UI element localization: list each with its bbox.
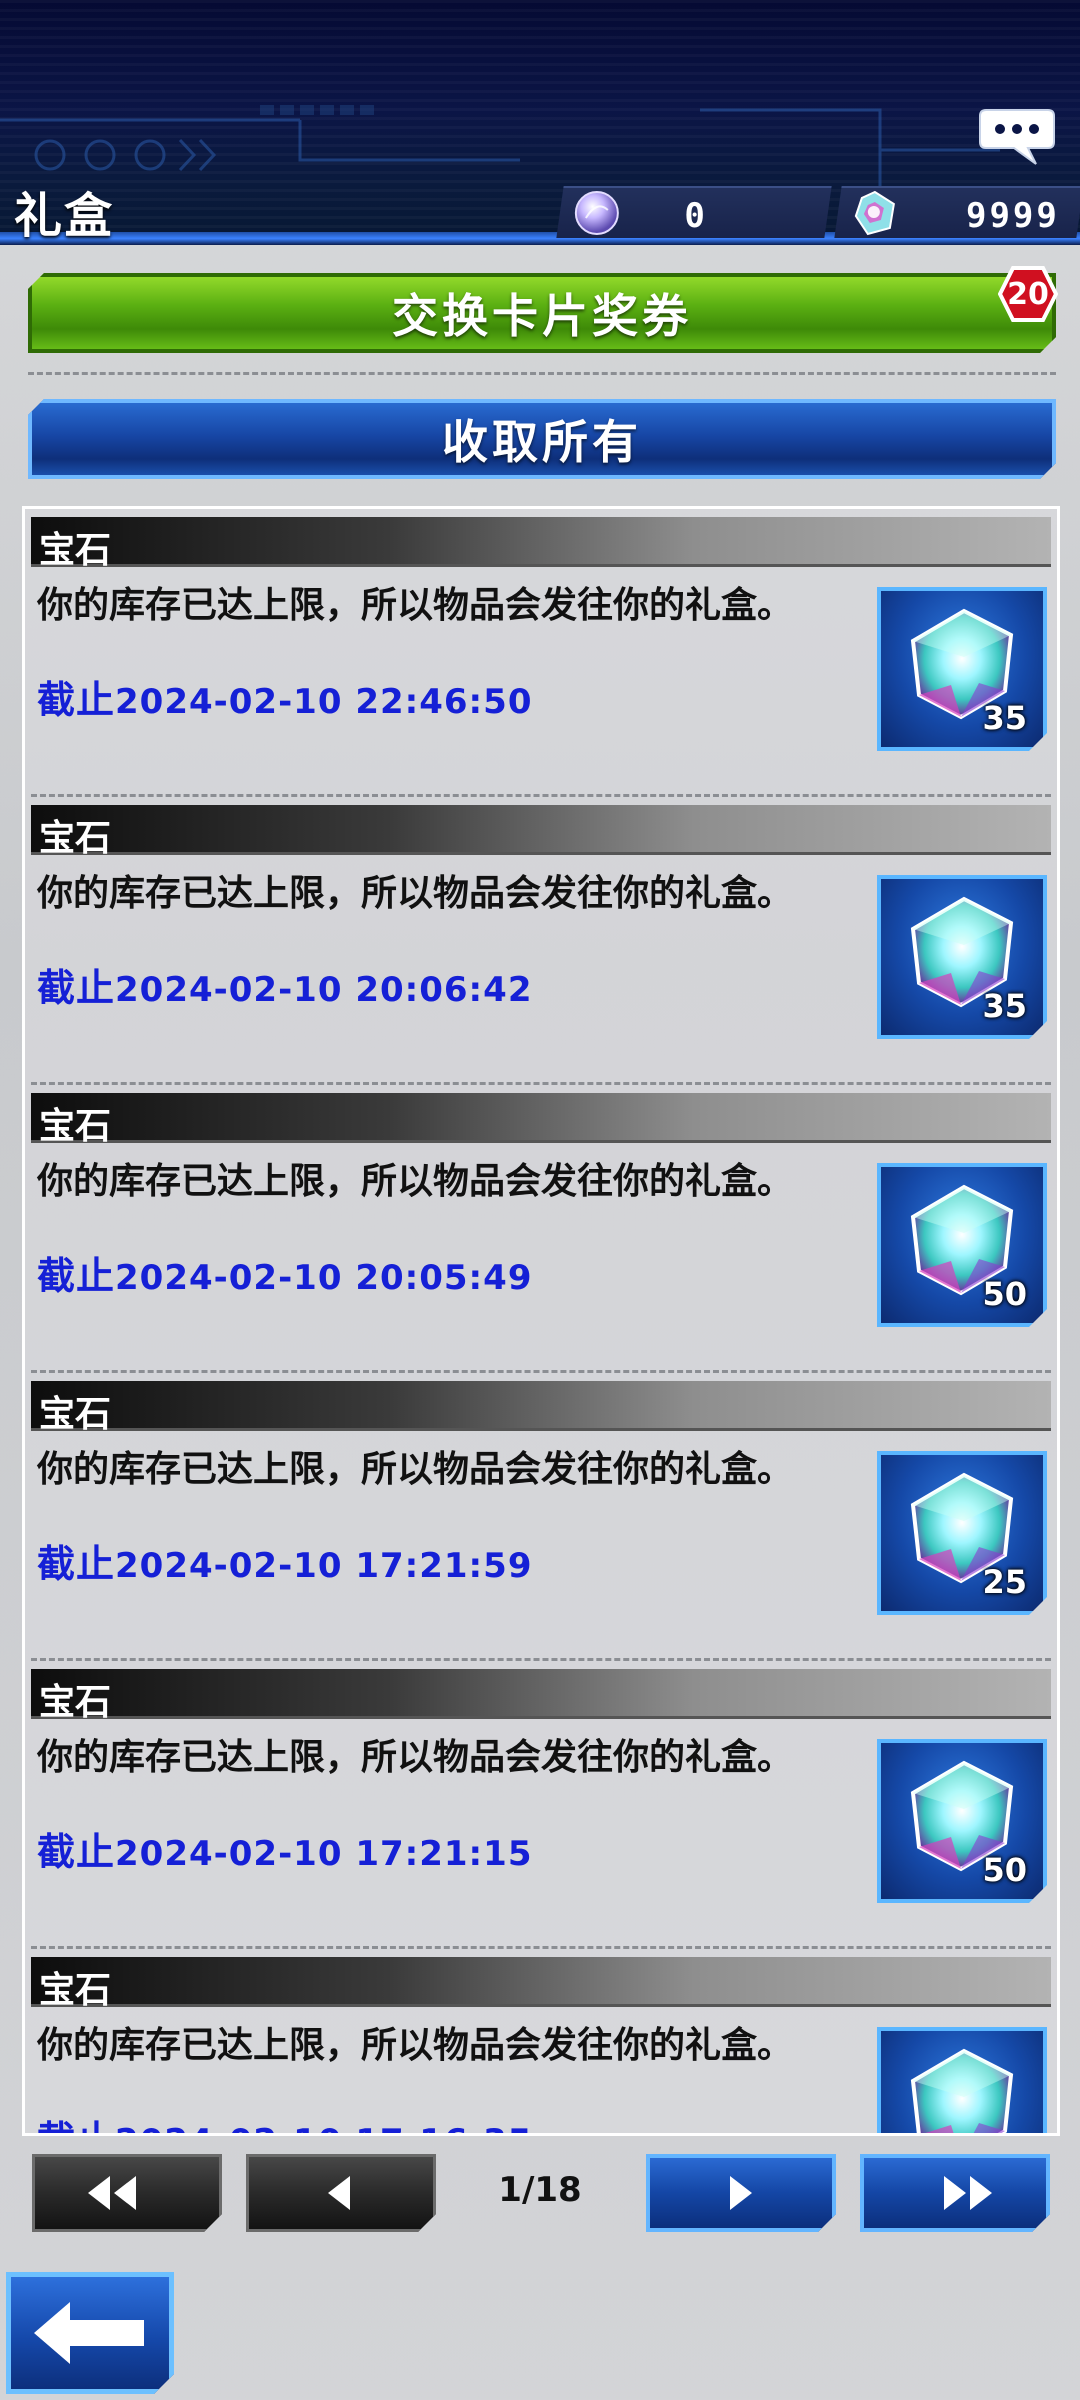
list-item: 宝石 你的库存已达上限，所以物品会发往你的礼盒。 截止2024-02-10 22…	[25, 509, 1057, 797]
item-deadline: 截止2024-02-10 17:16:35	[37, 2109, 532, 2133]
item-message: 你的库存已达上限，所以物品会发往你的礼盒。	[37, 2025, 794, 2066]
gift-list[interactable]: 宝石 你的库存已达上限，所以物品会发往你的礼盒。 截止2024-02-10 22…	[22, 506, 1060, 2136]
list-item: 宝石 你的库存已达上限，所以物品会发往你的礼盒。 截止2024-02-10 17…	[25, 1949, 1057, 2136]
item-deadline: 截止2024-02-10 17:21:15	[37, 1821, 532, 1876]
exchange-badge-count: 20	[1007, 276, 1049, 312]
list-item: 宝石 你的库存已达上限，所以物品会发往你的礼盒。 截止2024-02-10 20…	[25, 797, 1057, 1085]
deadline-value: 2024-02-10 20:05:49	[115, 1258, 533, 1298]
previous-page-button[interactable]	[246, 2154, 436, 2232]
orb-currency-display: 0	[556, 186, 832, 238]
gem-currency-display: 9999	[834, 186, 1080, 238]
list-item: 宝石 你的库存已达上限，所以物品会发往你的礼盒。 截止2024-02-10 17…	[25, 1661, 1057, 1949]
claim-all-label: 收取所有	[442, 415, 642, 469]
right-arrow-icon	[646, 2154, 836, 2232]
deadline-label: 截止	[37, 1542, 116, 1586]
item-category: 宝石	[39, 818, 112, 859]
gem-reward-button[interactable]: 35	[877, 875, 1047, 1039]
item-category: 宝石	[39, 1394, 112, 1435]
back-arrow-icon	[34, 2300, 146, 2366]
gem-count: 50	[982, 1851, 1027, 1889]
gem-currency-value: 9999	[965, 196, 1060, 236]
chat-button[interactable]	[978, 106, 1056, 166]
orb-currency-value: 0	[684, 196, 708, 236]
gem-reward-button[interactable]: 25	[877, 1451, 1047, 1615]
item-message: 你的库存已达上限，所以物品会发往你的礼盒。	[37, 1161, 794, 1202]
item-category-header: 宝石	[31, 1669, 1051, 1723]
gem-currency-icon	[854, 190, 895, 236]
exchange-count-badge: 20	[997, 266, 1059, 322]
deadline-label: 截止	[37, 966, 116, 1010]
item-message: 你的库存已达上限，所以物品会发往你的礼盒。	[37, 1737, 794, 1778]
page-indicator: 1/18	[498, 2170, 582, 2210]
list-item: 宝石 你的库存已达上限，所以物品会发往你的礼盒。 截止2024-02-10 20…	[25, 1085, 1057, 1373]
gem-count: 35	[982, 699, 1027, 737]
gem-count: 50	[982, 1275, 1027, 1313]
divider	[28, 372, 1056, 375]
item-category-header: 宝石	[31, 1093, 1051, 1147]
item-category: 宝石	[39, 1106, 112, 1147]
gem-reward-button[interactable]: 50	[877, 1739, 1047, 1903]
gem-reward-button[interactable]	[877, 2027, 1047, 2136]
deadline-value: 2024-02-10 22:46:50	[115, 682, 533, 722]
deadline-label: 截止	[37, 678, 116, 722]
deadline-label: 截止	[37, 2118, 115, 2133]
gem-count: 35	[982, 987, 1027, 1025]
deadline-value: 2024-02-10 17:21:15	[115, 1834, 533, 1874]
item-category-header: 宝石	[31, 517, 1051, 571]
item-category-header: 宝石	[31, 1381, 1051, 1435]
back-button[interactable]	[6, 2272, 174, 2394]
gem-icon	[899, 2045, 1029, 2136]
deadline-label: 截止	[37, 1830, 116, 1874]
item-deadline: 截止2024-02-10 17:21:59	[37, 1533, 532, 1588]
list-item: 宝石 你的库存已达上限，所以物品会发往你的礼盒。 截止2024-02-10 17…	[25, 1373, 1057, 1661]
gem-reward-button[interactable]: 50	[877, 1163, 1047, 1327]
item-deadline: 截止2024-02-10 20:06:42	[37, 957, 532, 1012]
item-category-header: 宝石	[31, 1957, 1051, 2011]
double-right-arrow-icon	[860, 2154, 1050, 2232]
double-left-arrow-icon	[32, 2154, 222, 2232]
item-category: 宝石	[39, 530, 112, 571]
first-page-button[interactable]	[32, 2154, 222, 2232]
orb-currency-icon	[574, 191, 619, 235]
page-title: 礼盒	[14, 188, 115, 244]
deadline-value: 2024-02-10 20:06:42	[115, 970, 533, 1010]
item-category: 宝石	[39, 1682, 112, 1723]
gem-count: 25	[982, 1563, 1027, 1601]
deadline-value: 2024-02-10 17:21:59	[115, 1546, 533, 1586]
exchange-button-label: 交换卡片奖券	[392, 289, 692, 343]
item-message: 你的库存已达上限，所以物品会发往你的礼盒。	[37, 1449, 794, 1490]
item-deadline: 截止2024-02-10 22:46:50	[37, 669, 532, 724]
deadline-label: 截止	[37, 1254, 116, 1298]
item-deadline: 截止2024-02-10 20:05:49	[37, 1245, 532, 1300]
last-page-button[interactable]	[860, 2154, 1050, 2232]
claim-all-button[interactable]: 收取所有	[28, 399, 1056, 479]
item-message: 你的库存已达上限，所以物品会发往你的礼盒。	[37, 873, 794, 914]
item-category-header: 宝石	[31, 805, 1051, 859]
deadline-value: 2024-02-10 17:16:35	[115, 2122, 532, 2133]
gem-reward-button[interactable]: 35	[877, 587, 1047, 751]
chat-bubble-icon	[979, 109, 1055, 165]
left-arrow-icon	[246, 2154, 436, 2232]
item-category: 宝石	[39, 1970, 112, 2011]
next-page-button[interactable]	[646, 2154, 836, 2232]
exchange-card-voucher-button[interactable]: 交换卡片奖券	[28, 273, 1056, 353]
item-message: 你的库存已达上限，所以物品会发往你的礼盒。	[37, 585, 794, 626]
